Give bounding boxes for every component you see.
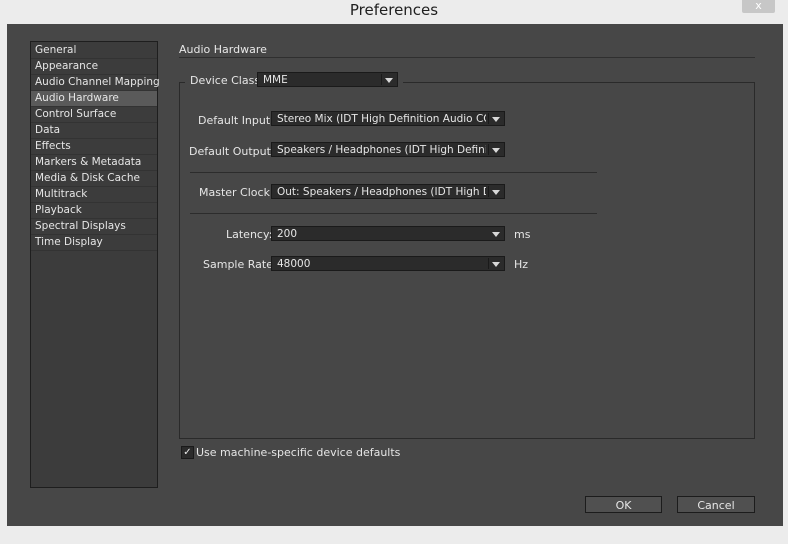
dropdown-separator: [488, 186, 489, 197]
sidebar-item-time-display[interactable]: Time Display: [31, 235, 157, 251]
master-clock-dropdown[interactable]: Out: Speakers / Headphones (IDT High D..…: [271, 184, 505, 199]
cancel-button[interactable]: Cancel: [677, 496, 755, 513]
divider: [190, 172, 597, 173]
sidebar-item-effects[interactable]: Effects: [31, 139, 157, 155]
chevron-down-icon: [492, 148, 500, 153]
window-title: Preferences: [349, 1, 439, 19]
sidebar-item-data[interactable]: Data: [31, 123, 157, 139]
dropdown-separator: [488, 113, 489, 124]
default-input-value: Stereo Mix (IDT High Definition Audio CO…: [277, 113, 486, 125]
sidebar-item-spectral-displays[interactable]: Spectral Displays: [31, 219, 157, 235]
default-output-dropdown[interactable]: Speakers / Headphones (IDT High Definiti…: [271, 142, 505, 157]
sidebar-item-appearance[interactable]: Appearance: [31, 59, 157, 75]
ok-button[interactable]: OK: [585, 496, 662, 513]
default-input-dropdown[interactable]: Stereo Mix (IDT High Definition Audio CO…: [271, 111, 505, 126]
default-input-label: Default Input:: [198, 114, 274, 127]
window-bottom-edge: [0, 526, 788, 544]
chevron-down-icon: [492, 117, 500, 122]
latency-unit: ms: [514, 228, 531, 241]
sidebar-item-audio-hardware[interactable]: Audio Hardware: [31, 91, 157, 107]
title-bar: Preferences x: [0, 0, 788, 24]
latency-value: 200: [277, 228, 298, 240]
preferences-dialog: General Appearance Audio Channel Mapping…: [7, 24, 783, 526]
sidebar-item-general[interactable]: General: [31, 43, 157, 59]
chevron-down-icon: [492, 232, 500, 237]
device-class-value: MME: [263, 74, 288, 86]
device-class-dropdown[interactable]: MME: [257, 72, 398, 87]
sample-rate-label: Sample Rate:: [203, 258, 277, 271]
category-list: General Appearance Audio Channel Mapping…: [30, 41, 160, 488]
chevron-down-icon: [492, 262, 500, 267]
chevron-down-icon: [492, 190, 500, 195]
sidebar-item-markers-metadata[interactable]: Markers & Metadata: [31, 155, 157, 171]
sample-rate-combo[interactable]: 48000: [271, 256, 505, 271]
dropdown-separator: [488, 258, 489, 269]
heading-divider: [179, 57, 755, 58]
dropdown-separator: [381, 74, 382, 85]
master-clock-value: Out: Speakers / Headphones (IDT High D..…: [277, 186, 486, 198]
close-button[interactable]: x: [742, 0, 775, 13]
machine-defaults-label[interactable]: Use machine-specific device defaults: [196, 446, 400, 459]
sidebar-item-media-disk-cache[interactable]: Media & Disk Cache: [31, 171, 157, 187]
sample-rate-value: 48000: [277, 258, 311, 270]
sidebar-item-multitrack[interactable]: Multitrack: [31, 187, 157, 203]
chevron-down-icon: [385, 78, 393, 83]
close-icon: x: [755, 0, 762, 12]
default-output-label: Default Output:: [189, 145, 275, 158]
divider: [190, 213, 597, 214]
category-items: General Appearance Audio Channel Mapping…: [31, 43, 160, 251]
sidebar-item-audio-channel-mapping[interactable]: Audio Channel Mapping: [31, 75, 160, 91]
sidebar-item-control-surface[interactable]: Control Surface: [31, 107, 157, 123]
section-heading: Audio Hardware: [179, 43, 267, 56]
latency-combo[interactable]: 200: [271, 226, 505, 241]
checkmark-icon: ✓: [183, 447, 192, 458]
sample-rate-unit: Hz: [514, 258, 529, 271]
machine-defaults-checkbox[interactable]: ✓: [181, 446, 194, 459]
default-output-value: Speakers / Headphones (IDT High Definiti…: [277, 144, 486, 156]
device-class-label: Device Class:: [190, 74, 264, 87]
sidebar-item-playback[interactable]: Playback: [31, 203, 157, 219]
latency-label: Latency:: [226, 228, 273, 241]
master-clock-label: Master Clock:: [199, 186, 274, 199]
dropdown-separator: [488, 144, 489, 155]
